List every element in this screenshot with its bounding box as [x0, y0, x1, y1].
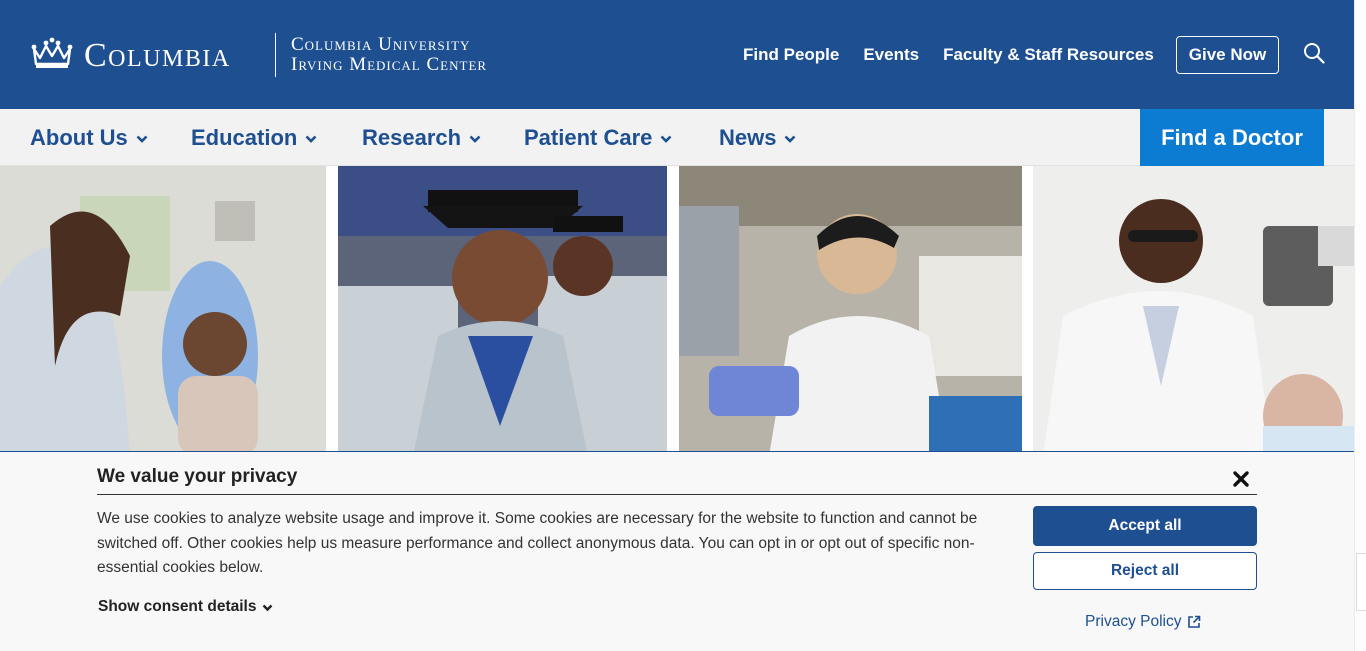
reject-all-button[interactable]: Reject all [1033, 552, 1257, 590]
nav-item-label: Patient Care [524, 124, 653, 150]
hero-photo-laboratory [679, 166, 1022, 456]
chevron-down-icon [305, 135, 317, 143]
consent-description: We use cookies to analyze website usage … [97, 510, 978, 576]
logo-divider [275, 33, 276, 77]
nav-item-news[interactable]: News [719, 109, 796, 166]
hero-photo-strip [0, 166, 1354, 456]
search-icon[interactable] [1303, 42, 1325, 64]
util-link-events[interactable]: Events [863, 45, 919, 65]
cookie-consent-banner: We value your privacy We use cookies to … [0, 451, 1354, 651]
nav-item-research[interactable]: Research [362, 109, 481, 166]
nav-item-label: Research [362, 124, 462, 150]
logo-subtitle-line1: Columbia University [291, 34, 471, 55]
nav-item-label: News [719, 124, 777, 150]
site-header: Columbia Columbia University Irving Medi… [0, 0, 1354, 109]
close-icon[interactable] [1232, 470, 1250, 488]
consent-title: We value your privacy [97, 466, 298, 487]
chevron-down-icon [785, 135, 796, 143]
nav-item-education[interactable]: Education [191, 109, 317, 166]
crown-logo-icon[interactable] [30, 36, 74, 70]
nav-item-label: About Us [30, 124, 128, 150]
chevron-down-icon [660, 135, 672, 143]
utility-nav: Find People Events Faculty & Staff Resou… [743, 0, 1178, 109]
chevron-down-icon [263, 604, 273, 612]
consent-divider [97, 494, 1257, 495]
chevron-down-icon [136, 135, 148, 143]
give-now-button[interactable]: Give Now [1176, 36, 1279, 74]
hero-photo-doctor [1033, 166, 1354, 456]
nav-item-about-us[interactable]: About Us [30, 109, 148, 166]
logo-wordmark[interactable]: Columbia [84, 36, 231, 76]
util-link-find-people[interactable]: Find People [743, 45, 839, 65]
privacy-policy-label: Privacy Policy [1085, 613, 1182, 630]
nav-item-label: Education [191, 124, 298, 150]
util-link-faculty-staff[interactable]: Faculty & Staff Resources [943, 45, 1154, 65]
privacy-policy-link[interactable]: Privacy Policy [1085, 613, 1201, 631]
show-consent-details-toggle[interactable]: Show consent details [98, 598, 273, 616]
hero-photo-graduation [338, 166, 667, 456]
accept-all-button[interactable]: Accept all [1033, 506, 1257, 546]
find-a-doctor-button[interactable]: Find a Doctor [1140, 109, 1324, 166]
logo-subtitle[interactable]: Columbia University Irving Medical Cente… [291, 35, 487, 75]
chevron-down-icon [469, 135, 481, 143]
side-widget-edge[interactable] [1356, 553, 1366, 611]
logo-subtitle-line2: Irving Medical Center [291, 54, 488, 75]
nav-item-patient-care[interactable]: Patient Care [524, 109, 672, 166]
external-link-icon [1188, 615, 1201, 628]
consent-details-label: Show consent details [98, 598, 257, 615]
hero-photo-dental [0, 166, 326, 456]
